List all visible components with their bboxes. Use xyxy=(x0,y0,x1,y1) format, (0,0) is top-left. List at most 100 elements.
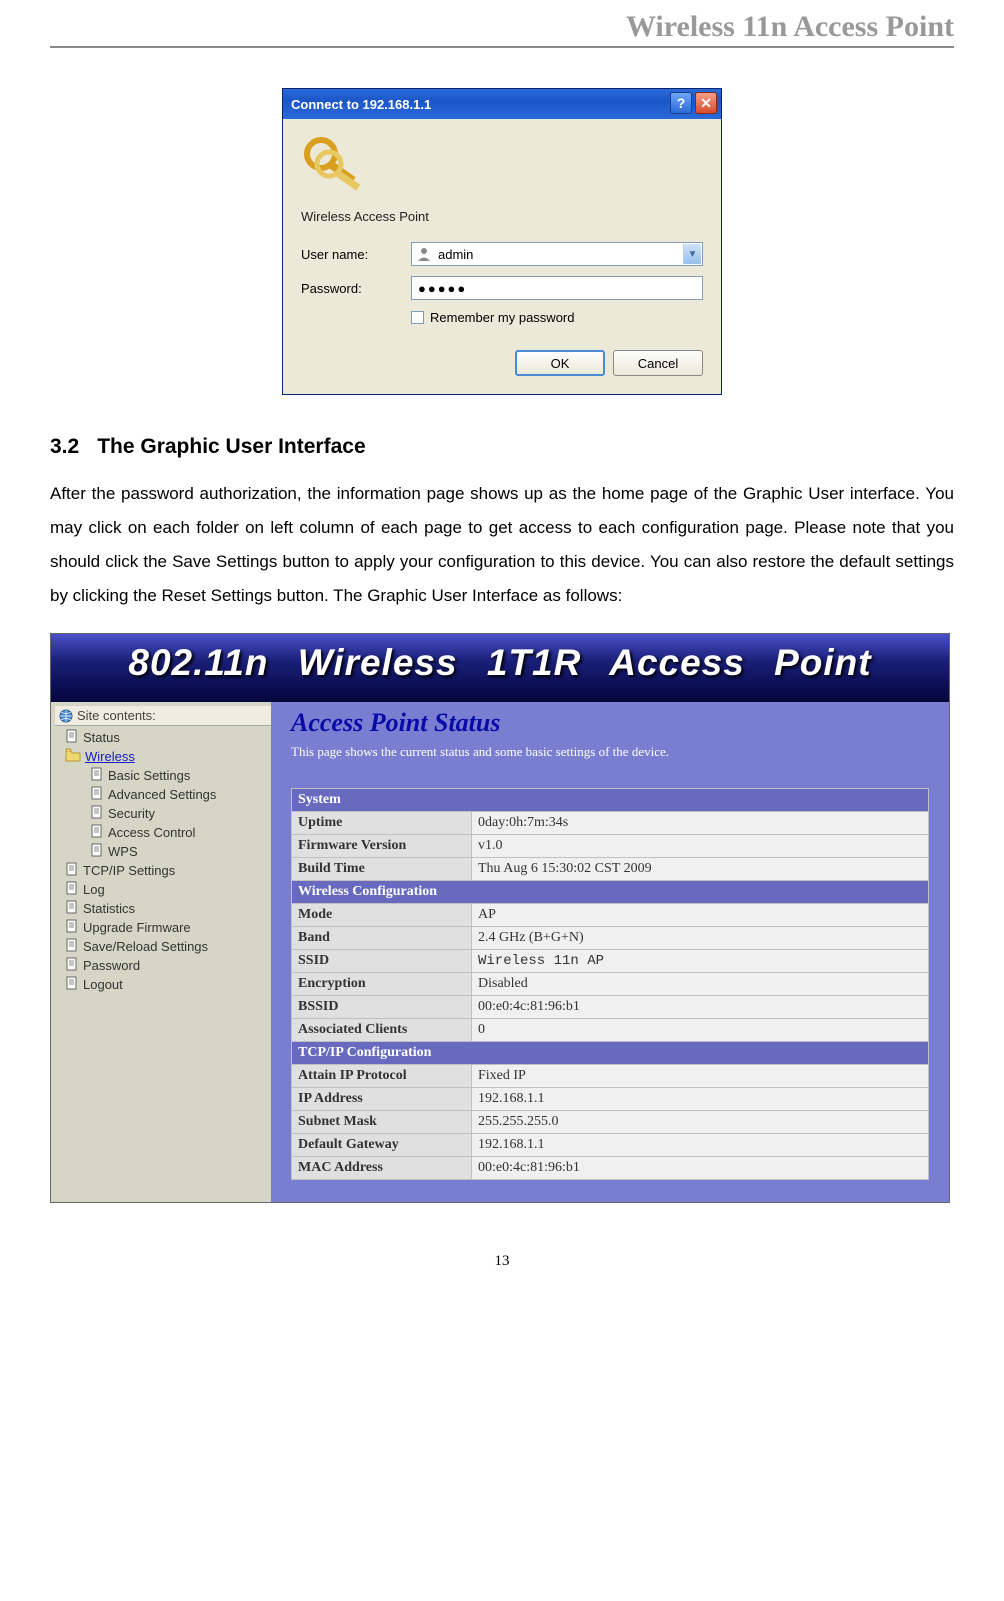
sidebar-item-label: TCP/IP Settings xyxy=(83,863,175,878)
table-value: Fixed IP xyxy=(472,1065,929,1088)
sidebar-item-label: Wireless xyxy=(85,749,135,764)
table-value: 192.168.1.1 xyxy=(472,1088,929,1111)
dialog-title: Connect to 192.168.1.1 xyxy=(291,97,431,112)
table-value: 00:e0:4c:81:96:b1 xyxy=(472,1157,929,1180)
table-category-row: Wireless Configuration xyxy=(292,881,929,904)
remember-checkbox[interactable] xyxy=(411,311,424,324)
ok-button[interactable]: OK xyxy=(515,350,605,376)
sidebar-item-label: Upgrade Firmware xyxy=(83,920,191,935)
table-row: Uptime0day:0h:7m:34s xyxy=(292,812,929,835)
table-value: 00:e0:4c:81:96:b1 xyxy=(472,996,929,1019)
sidebar-item-status[interactable]: Status xyxy=(55,728,271,747)
table-row: Default Gateway192.168.1.1 xyxy=(292,1134,929,1157)
sidebar-item-wps[interactable]: WPS xyxy=(55,842,271,861)
globe-icon xyxy=(59,709,73,723)
table-key: Associated Clients xyxy=(292,1019,472,1042)
table-row: MAC Address00:e0:4c:81:96:b1 xyxy=(292,1157,929,1180)
document-icon xyxy=(65,957,79,974)
document-icon xyxy=(65,729,79,746)
table-key: Uptime xyxy=(292,812,472,835)
password-field[interactable]: ●●●●● xyxy=(411,276,703,300)
table-key: Encryption xyxy=(292,973,472,996)
section-body: After the password authorization, the in… xyxy=(50,477,954,613)
chevron-down-icon[interactable]: ▼ xyxy=(683,244,701,264)
sidebar-item-tcp-ip-settings[interactable]: TCP/IP Settings xyxy=(55,861,271,880)
sidebar-item-label: WPS xyxy=(108,844,138,859)
table-key: BSSID xyxy=(292,996,472,1019)
sidebar-item-access-control[interactable]: Access Control xyxy=(55,823,271,842)
user-icon xyxy=(416,246,432,262)
section-title: The Graphic User Interface xyxy=(97,435,365,458)
close-icon[interactable]: ✕ xyxy=(695,92,717,114)
sidebar-item-password[interactable]: Password xyxy=(55,956,271,975)
table-category-row: TCP/IP Configuration xyxy=(292,1042,929,1065)
document-icon xyxy=(90,767,104,784)
table-key: MAC Address xyxy=(292,1157,472,1180)
table-value: Thu Aug 6 15:30:02 CST 2009 xyxy=(472,858,929,881)
sidebar-item-label: Password xyxy=(83,958,140,973)
table-value: 0 xyxy=(472,1019,929,1042)
sidebar-title: Site contents: xyxy=(55,706,271,726)
username-label: User name: xyxy=(301,247,411,262)
table-row: SSIDWireless 11n AP xyxy=(292,950,929,973)
sidebar-item-label: Save/Reload Settings xyxy=(83,939,208,954)
sidebar-item-label: Access Control xyxy=(108,825,195,840)
table-value: AP xyxy=(472,904,929,927)
gui-sidebar: Site contents: Status Wireless Basic Setti… xyxy=(51,702,271,1202)
table-key: Build Time xyxy=(292,858,472,881)
cancel-button[interactable]: Cancel xyxy=(613,350,703,376)
sidebar-item-label: Logout xyxy=(83,977,123,992)
sidebar-item-security[interactable]: Security xyxy=(55,804,271,823)
document-icon xyxy=(90,843,104,860)
sidebar-item-save-reload-settings[interactable]: Save/Reload Settings xyxy=(55,937,271,956)
table-key: Default Gateway xyxy=(292,1134,472,1157)
table-category-label: TCP/IP Configuration xyxy=(292,1042,929,1065)
gui-content: Access Point Status This page shows the … xyxy=(271,702,949,1202)
table-key: Mode xyxy=(292,904,472,927)
username-value: admin xyxy=(438,247,473,262)
table-row: BSSID00:e0:4c:81:96:b1 xyxy=(292,996,929,1019)
table-category-row: System xyxy=(292,789,929,812)
sidebar-item-wireless[interactable]: Wireless xyxy=(55,747,271,766)
section-number: 3.2 xyxy=(50,435,79,458)
document-icon xyxy=(90,805,104,822)
sidebar-item-basic-settings[interactable]: Basic Settings xyxy=(55,766,271,785)
sidebar-item-label: Log xyxy=(83,882,105,897)
gui-banner: 802.11n Wireless 1T1R Access Point xyxy=(51,634,949,702)
table-row: Subnet Mask255.255.255.0 xyxy=(292,1111,929,1134)
document-icon xyxy=(90,786,104,803)
section-heading: 3.2 The Graphic User Interface xyxy=(50,435,954,459)
help-icon[interactable]: ? xyxy=(670,92,692,114)
table-key: IP Address xyxy=(292,1088,472,1111)
table-value: 0day:0h:7m:34s xyxy=(472,812,929,835)
page-number: 13 xyxy=(50,1253,954,1270)
sidebar-item-upgrade-firmware[interactable]: Upgrade Firmware xyxy=(55,918,271,937)
table-key: Band xyxy=(292,927,472,950)
sidebar-item-label: Advanced Settings xyxy=(108,787,216,802)
sidebar-item-advanced-settings[interactable]: Advanced Settings xyxy=(55,785,271,804)
sidebar-item-log[interactable]: Log xyxy=(55,880,271,899)
table-key: Attain IP Protocol xyxy=(292,1065,472,1088)
table-value: 192.168.1.1 xyxy=(472,1134,929,1157)
login-dialog: Connect to 192.168.1.1 ? ✕ Wireless Acce… xyxy=(282,88,722,395)
sidebar-item-logout[interactable]: Logout xyxy=(55,975,271,994)
table-key: Firmware Version xyxy=(292,835,472,858)
document-icon xyxy=(65,862,79,879)
password-label: Password: xyxy=(301,281,411,296)
remember-label: Remember my password xyxy=(430,310,575,325)
sidebar-item-label: Basic Settings xyxy=(108,768,190,783)
table-row: EncryptionDisabled xyxy=(292,973,929,996)
table-value: v1.0 xyxy=(472,835,929,858)
table-key: SSID xyxy=(292,950,472,973)
page-header: Wireless 11n Access Point xyxy=(50,10,954,48)
server-name: Wireless Access Point xyxy=(301,209,703,224)
content-heading: Access Point Status xyxy=(291,708,929,738)
table-value: 255.255.255.0 xyxy=(472,1111,929,1134)
folder-icon xyxy=(65,748,81,765)
sidebar-item-statistics[interactable]: Statistics xyxy=(55,899,271,918)
status-table: SystemUptime0day:0h:7m:34sFirmware Versi… xyxy=(291,788,929,1180)
table-key: Subnet Mask xyxy=(292,1111,472,1134)
document-icon xyxy=(65,976,79,993)
document-icon xyxy=(65,900,79,917)
username-field[interactable]: admin ▼ xyxy=(411,242,703,266)
